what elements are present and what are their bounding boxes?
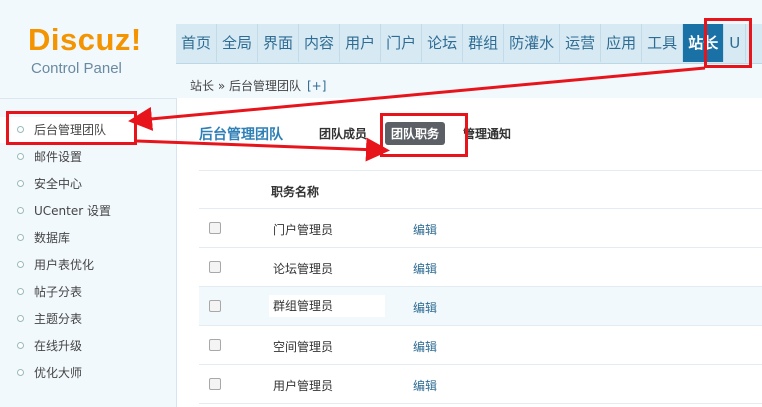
annotation-arrows xyxy=(128,66,706,162)
arrow-sidebar-to-tab xyxy=(136,137,390,162)
arrow-founder-to-sidebar xyxy=(128,66,706,131)
